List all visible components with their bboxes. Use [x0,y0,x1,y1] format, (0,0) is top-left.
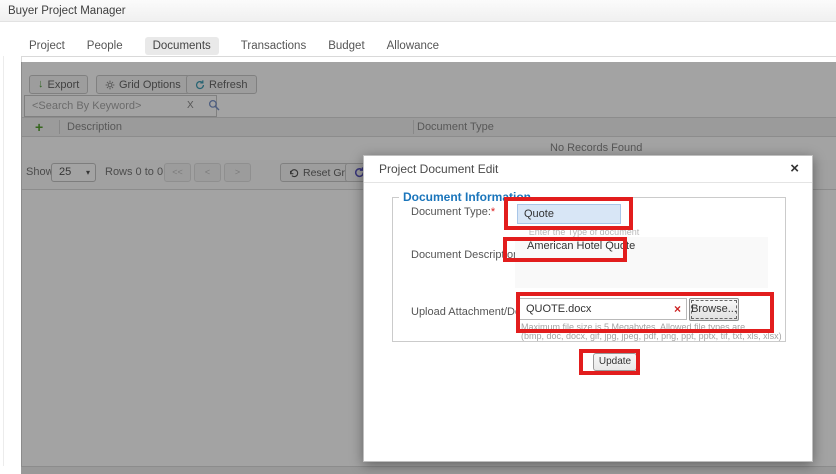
tab-transactions[interactable]: Transactions [241,37,306,55]
document-type-label: Document Type:* [411,206,495,218]
window-titlebar: Buyer Project Manager [0,0,836,22]
window-title: Buyer Project Manager [8,0,126,22]
tab-people[interactable]: People [87,37,123,55]
app-window: Buyer Project Manager Project People Doc… [0,0,836,474]
tab-budget[interactable]: Budget [328,37,364,55]
tab-allowance[interactable]: Allowance [387,37,439,55]
dialog-titlebar: Project Document Edit × [364,156,812,183]
tab-project[interactable]: Project [29,37,65,55]
project-document-edit-dialog: Project Document Edit × Document Informa… [363,155,813,462]
required-asterisk: * [491,206,495,218]
tab-bar: Project People Documents Transactions Bu… [29,36,439,56]
annotation-box-upload [516,292,774,333]
document-type-label-text: Document Type: [411,206,491,218]
page-left-border [3,56,4,466]
annotation-box-document-type [504,197,633,230]
dialog-title: Project Document Edit [379,156,498,183]
close-icon[interactable]: × [790,156,799,182]
tab-documents[interactable]: Documents [145,37,219,55]
annotation-box-update [579,349,640,375]
annotation-box-description [503,237,627,262]
